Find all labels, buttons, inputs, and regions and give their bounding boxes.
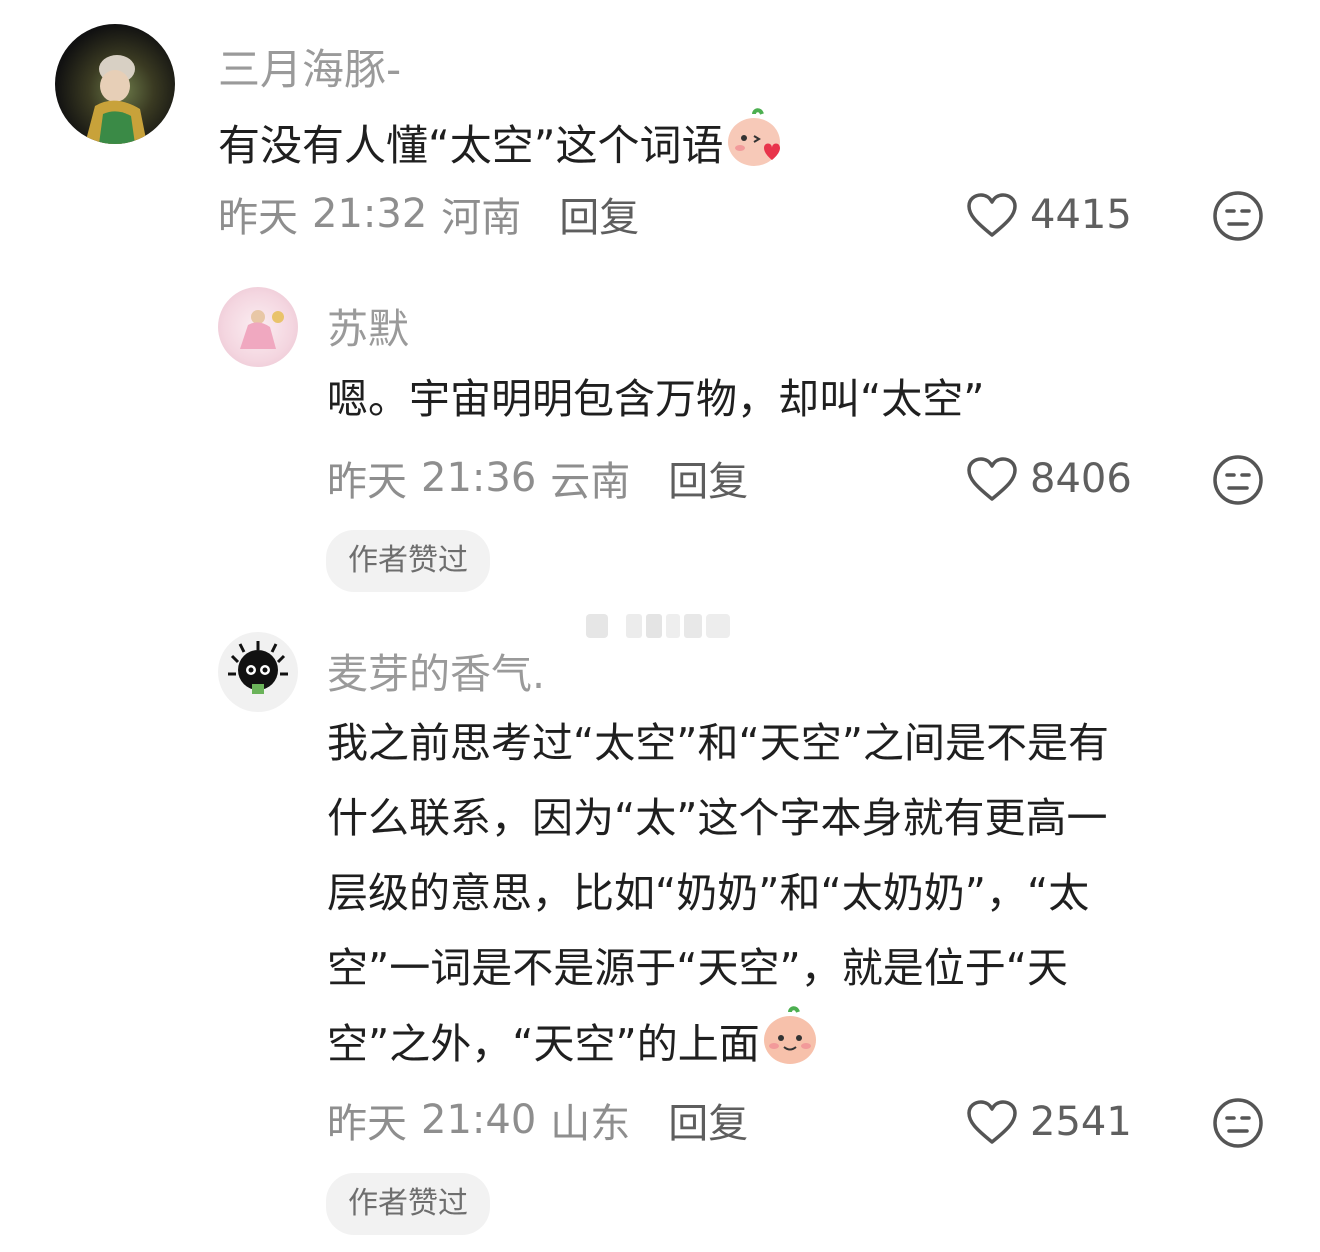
comment-location: 河南: [441, 195, 522, 241]
comment-meta: 昨天 21:40 山东 回复: [327, 1096, 748, 1147]
comment-meta: 昨天 21:36 云南 回复: [327, 454, 748, 505]
comment-text-body: 有没有人懂“太空”这个词语: [218, 121, 724, 170]
comment-text-line: 空”一词是不是源于“天空”，就是位于“天: [327, 944, 1068, 992]
meh-face-icon[interactable]: [1212, 454, 1264, 510]
comment-text: 嗯。宇宙明明包含万物，却叫“太空”: [327, 375, 985, 423]
like-count: 2541: [1030, 1099, 1132, 1145]
reply-button[interactable]: 回复: [559, 185, 639, 243]
comment-time: 21:32: [312, 191, 428, 237]
reply-button[interactable]: 回复: [668, 1091, 748, 1149]
avatar[interactable]: [218, 632, 298, 712]
author-liked-badge: 作者赞过: [326, 1173, 490, 1235]
avatar[interactable]: [55, 24, 175, 144]
comment-text: 有没有人懂“太空”这个词语: [218, 108, 784, 182]
comment-location: 云南: [550, 459, 631, 505]
heart-outline-icon: [966, 1099, 1018, 1145]
comment-text-line: 我之前思考过“太空”和“天空”之间是不是有: [327, 719, 1109, 767]
comment-date: 昨天: [327, 1101, 407, 1147]
like-count: 4415: [1030, 192, 1132, 238]
comment-text-line: 层级的意思，比如“奶奶”和“太奶奶”，“太: [327, 869, 1090, 917]
like-count: 8406: [1030, 456, 1132, 502]
username[interactable]: 麦芽的香气.: [327, 640, 545, 700]
username[interactable]: 三月海豚-: [218, 36, 401, 97]
comment-date: 昨天: [218, 195, 298, 241]
like-button[interactable]: 8406: [966, 455, 1132, 503]
watermark: [586, 608, 736, 644]
avatar[interactable]: [218, 287, 298, 367]
meh-face-icon[interactable]: [1212, 1097, 1264, 1153]
meh-face-icon[interactable]: [1212, 190, 1264, 246]
like-button[interactable]: 4415: [966, 191, 1132, 239]
username[interactable]: 苏默: [327, 295, 409, 355]
comment-text-line-body: 空”之外，“天空”的上面: [327, 1020, 760, 1068]
comment-text: 我之前思考过“太空”和“天空”之间是不是有 什么联系，因为“太”这个字本身就有更…: [327, 706, 1109, 1090]
comment-date: 昨天: [327, 459, 407, 505]
like-button[interactable]: 2541: [966, 1098, 1132, 1146]
author-liked-badge: 作者赞过: [326, 530, 490, 592]
blushing-peach-emoji: [724, 108, 784, 182]
comment-time: 21:36: [421, 455, 537, 501]
comment-location: 山东: [550, 1101, 631, 1147]
heart-outline-icon: [966, 456, 1018, 502]
reply-button[interactable]: 回复: [668, 449, 748, 507]
smiling-peach-emoji: [760, 1006, 820, 1090]
heart-outline-icon: [966, 192, 1018, 238]
comment-meta: 昨天 21:32 河南 回复: [218, 190, 639, 241]
comment-time: 21:40: [421, 1097, 537, 1143]
comment-text-line: 什么联系，因为“太”这个字本身就有更高一: [327, 794, 1108, 842]
comment-text-line: 空”之外，“天空”的上面: [327, 1006, 1109, 1090]
